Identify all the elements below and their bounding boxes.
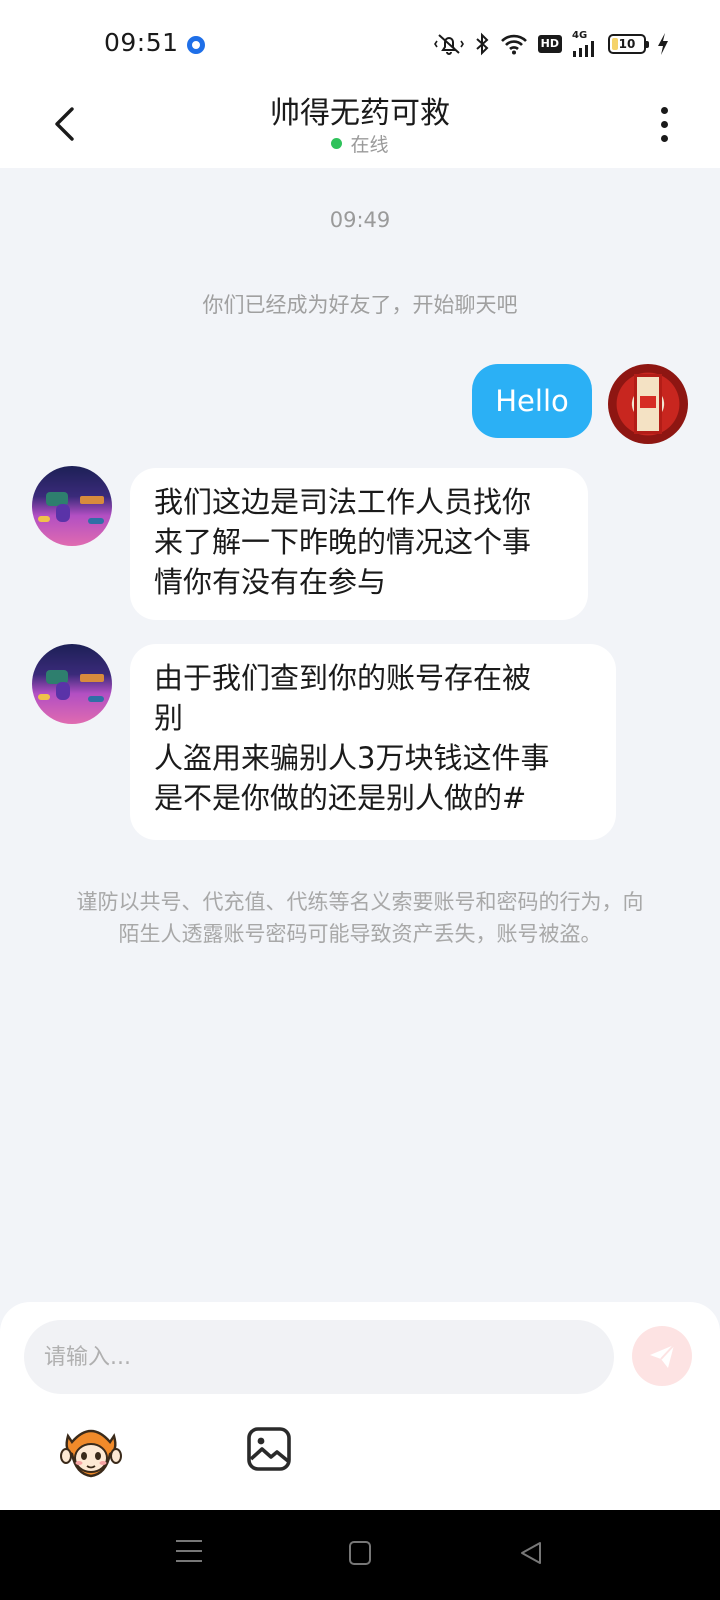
monkey-emoji-icon (60, 1429, 122, 1478)
security-warning: 谨防以共号、代充值、代练等名义索要账号和密码的行为，向陌生人透露账号密码可能导致… (76, 890, 644, 946)
more-dot (660, 134, 668, 142)
image-icon (247, 1427, 291, 1471)
avatar-contact[interactable] (32, 644, 112, 724)
more-dot (660, 120, 668, 128)
bluetooth-icon (475, 32, 489, 56)
friend-added-note: 你们已经成为好友了，开始聊天吧 (202, 293, 518, 317)
message-bubble-self[interactable]: Hello (472, 364, 592, 438)
avatar-decoration (80, 496, 104, 504)
online-status-text: 在线 (350, 134, 389, 156)
chat-title: 帅得无药可救 (270, 96, 450, 131)
chat-header: 帅得无药可救 在线 (0, 84, 720, 168)
status-time: 09:51 (104, 28, 179, 57)
send-button[interactable] (632, 1326, 692, 1386)
signal-group: 4G (572, 31, 598, 57)
message-bubble-contact[interactable]: 我们这边是司法工作人员找你 来了解一下昨晚的情况这个事 情你有没有在参与 (130, 468, 588, 620)
hd-badge: HD (537, 35, 562, 53)
app-notification-icon (187, 36, 205, 54)
online-dot-icon (331, 138, 343, 149)
system-nav-bar (0, 1510, 720, 1600)
message-bubble-contact[interactable]: 由于我们查到你的账号存在被 别 人盗用来骗别人3万块钱这件事 是不是你做的还是别… (130, 644, 616, 840)
status-bar: 09:51 HD 4G 10 (0, 0, 720, 84)
nav-back-button[interactable] (518, 1540, 544, 1570)
battery-fill (612, 38, 618, 50)
avatar-decoration (88, 696, 104, 702)
avatar-decoration (38, 694, 50, 700)
online-status: 在线 (0, 130, 720, 157)
nav-recents-button[interactable] (176, 1540, 202, 1566)
network-type: 4G (572, 30, 588, 41)
avatar-decoration (38, 516, 50, 522)
avatar-decoration (640, 396, 656, 408)
more-options-button[interactable] (650, 100, 678, 148)
message-input[interactable] (24, 1320, 614, 1394)
status-icons: HD 4G 10 (433, 30, 670, 58)
battery-level: 10 (618, 37, 636, 51)
menu-line (176, 1540, 202, 1542)
mute-bell-icon (433, 34, 464, 55)
wifi-icon (500, 34, 527, 55)
emoji-button[interactable] (60, 1424, 122, 1480)
charging-bolt-icon (658, 33, 668, 55)
send-plane-icon (650, 1344, 675, 1368)
message-timestamp: 09:49 (329, 208, 391, 232)
avatar-decoration (56, 504, 70, 522)
avatar-decoration (88, 518, 104, 524)
signal-icon (573, 41, 594, 57)
more-dot (660, 106, 668, 114)
avatar-decoration (80, 674, 104, 682)
avatar-self[interactable] (608, 364, 688, 444)
avatar-contact[interactable] (32, 466, 112, 546)
battery-icon: 10 (608, 34, 649, 54)
image-picker-button[interactable] (246, 1426, 292, 1472)
nav-home-button[interactable] (349, 1541, 371, 1565)
avatar-decoration (56, 682, 70, 700)
triangle-back-icon (521, 1542, 541, 1564)
menu-line (176, 1560, 202, 1562)
composer-panel (0, 1302, 720, 1510)
menu-line (176, 1550, 202, 1552)
